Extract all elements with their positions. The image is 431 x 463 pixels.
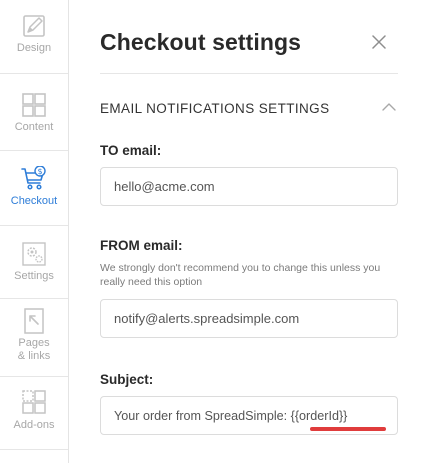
highlight-underline	[310, 427, 386, 431]
section-title[interactable]: EMAIL NOTIFICATIONS SETTINGS	[100, 101, 329, 116]
cart-dollar-icon: $	[21, 166, 46, 190]
divider	[0, 150, 68, 151]
sidebar-item-label: Pages & links	[17, 337, 51, 362]
sidebar-item-label: Checkout	[10, 195, 58, 207]
sidebar-item-content[interactable]: Content	[0, 92, 68, 134]
design-icon	[23, 15, 45, 37]
sidebar-item-settings[interactable]: Settings	[0, 241, 68, 283]
close-icon[interactable]	[371, 34, 387, 50]
from-email-hint: We strongly don't recommend you to chang…	[100, 262, 381, 288]
sidebar-item-checkout[interactable]: $ Checkout	[0, 166, 68, 208]
divider	[0, 73, 68, 74]
divider	[0, 376, 68, 377]
content-grid-icon	[22, 93, 46, 117]
pages-links-icon	[24, 308, 44, 334]
sidebar-item-design[interactable]: Design	[0, 13, 68, 55]
chevron-up-icon[interactable]	[381, 101, 397, 113]
divider	[0, 449, 68, 450]
sidebar-item-label: Content	[14, 121, 54, 133]
svg-text:$: $	[37, 167, 42, 176]
gears-icon	[22, 242, 46, 266]
sidebar-item-label: Add-ons	[13, 419, 55, 431]
divider	[100, 73, 398, 74]
from-email-label: FROM email:	[100, 238, 183, 253]
add-ons-icon	[22, 390, 46, 414]
sidebar-item-add-ons[interactable]: Add-ons	[0, 390, 68, 432]
sidebar-item-pages-links[interactable]: Pages & links	[0, 308, 68, 363]
divider	[0, 298, 68, 299]
sidebar: Design Content $ Checkout Settings Pages…	[0, 0, 69, 463]
subject-label: Subject:	[100, 372, 154, 387]
page-title: Checkout settings	[100, 29, 302, 55]
divider	[0, 225, 68, 226]
sidebar-item-label: Design	[16, 42, 52, 54]
to-email-label: TO email:	[100, 143, 162, 158]
checkout-settings-panel: Checkout settings EMAIL NOTIFICATIONS SE…	[69, 0, 431, 463]
sidebar-item-label: Settings	[14, 270, 54, 282]
to-email-field[interactable]: hello@acme.com	[100, 167, 398, 206]
from-email-field[interactable]: notify@alerts.spreadsimple.com	[100, 299, 398, 338]
